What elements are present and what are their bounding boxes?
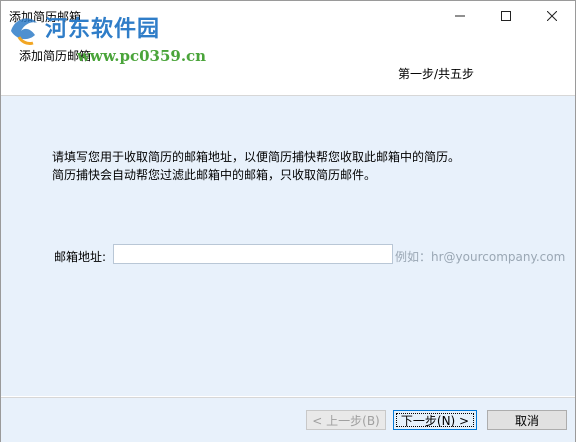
previous-button[interactable]: < 上一步(B): [306, 410, 386, 430]
email-label: 邮箱地址:: [54, 250, 107, 264]
cancel-button[interactable]: 取消: [487, 410, 567, 430]
watermark-url: www.pc0359.cn: [77, 47, 207, 65]
close-icon: [547, 11, 557, 21]
email-hint: 例如：hr@yourcompany.com: [395, 250, 566, 264]
step-indicator: 第一步/共五步: [398, 67, 475, 81]
wizard-window: 添加简历邮箱 添加简历邮箱 第一步/共五步 河东软件园 www.pc0359.c…: [0, 0, 576, 442]
next-button-focus-rect: [396, 413, 474, 427]
wizard-content: 请填写您用于收取简历的邮箱地址，以便简历捕快帮您收取此邮箱中的简历。 简历捕快会…: [1, 96, 575, 396]
email-field[interactable]: [113, 244, 393, 264]
watermark-name: 河东软件园: [45, 16, 161, 42]
maximize-icon: [501, 11, 511, 21]
next-button[interactable]: 下一步(N) >: [393, 410, 477, 430]
instruction-line-1: 请填写您用于收取简历的邮箱地址，以便简历捕快帮您收取此邮箱中的简历。: [52, 150, 461, 164]
close-button[interactable]: [529, 1, 575, 31]
fish-logo-icon: [11, 18, 37, 45]
minimize-icon: [455, 15, 465, 17]
instruction-line-2: 简历捕快会自动帮您过滤此邮箱中的邮箱，只收取简历邮件。: [52, 168, 377, 182]
watermark: 河东软件园 www.pc0359.cn: [7, 9, 207, 73]
maximize-button[interactable]: [483, 1, 529, 31]
minimize-button[interactable]: [437, 1, 483, 31]
wizard-footer: < 上一步(B) 下一步(N) > 取消: [1, 397, 575, 442]
